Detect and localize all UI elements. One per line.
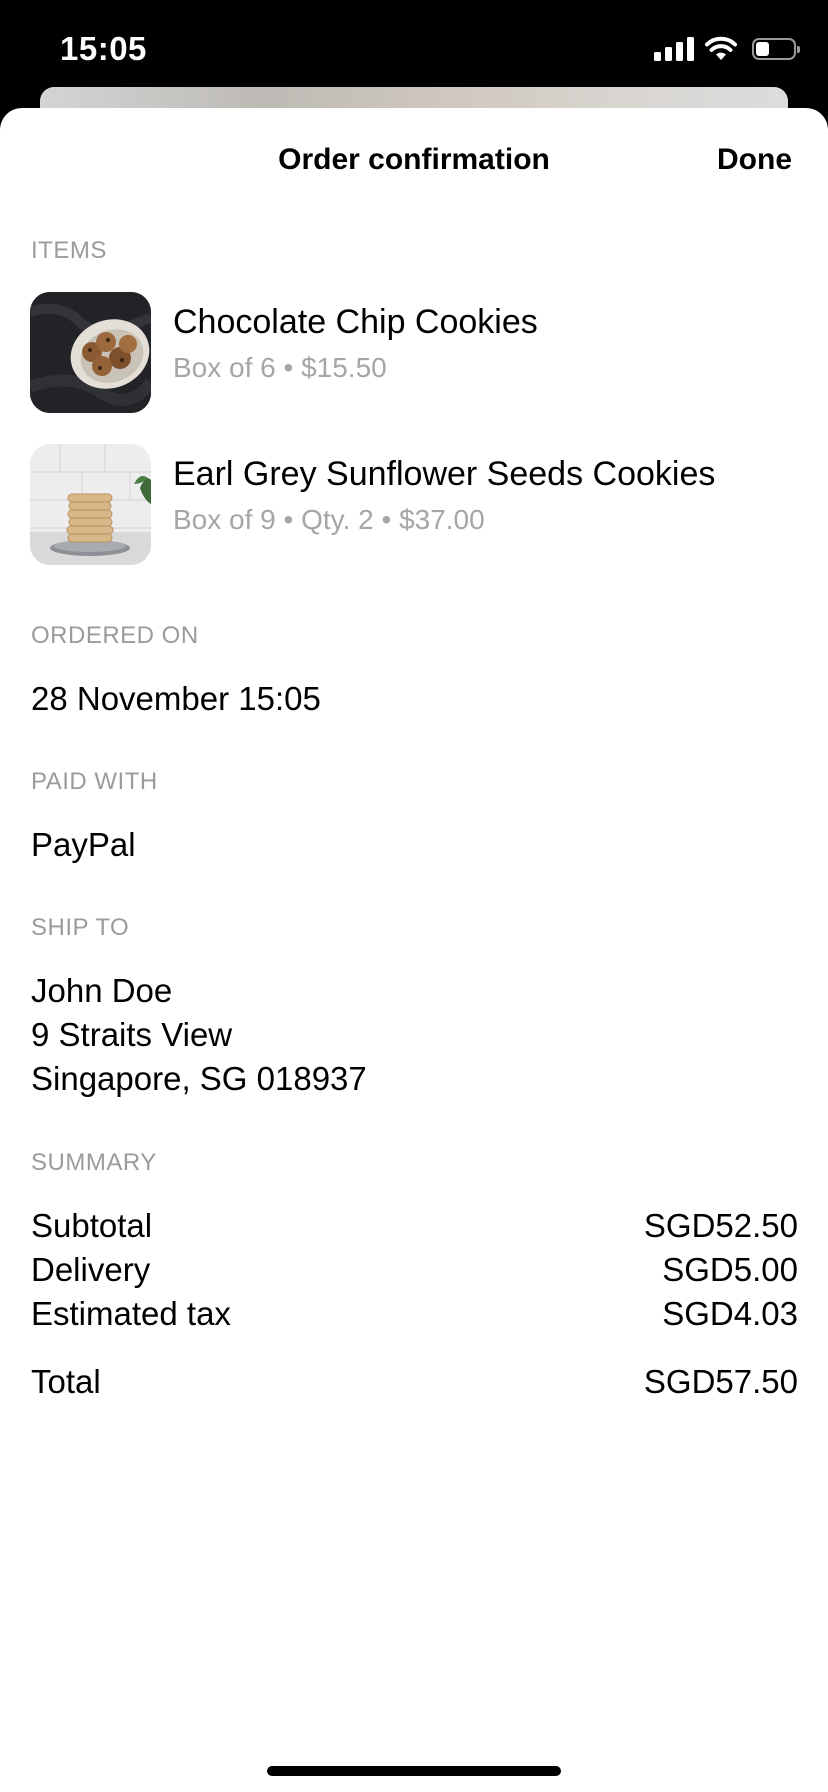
- list-item[interactable]: Earl Grey Sunflower Seeds Cookies Box of…: [30, 444, 800, 566]
- item-name: Earl Grey Sunflower Seeds Cookies: [173, 455, 716, 493]
- status-icons: [654, 34, 800, 64]
- summary-row-amount: SGD52.50: [643, 1207, 798, 1244]
- battery-level: [756, 42, 769, 56]
- total-amount: SGD57.50: [643, 1363, 798, 1400]
- status-time: 15:05: [60, 30, 147, 67]
- item-name: Chocolate Chip Cookies: [173, 303, 538, 341]
- earl-grey-cookies-thumbnail: [30, 444, 151, 565]
- summary-row-label: Subtotal: [31, 1207, 153, 1244]
- page-title: Order confirmation: [278, 143, 550, 176]
- ship-to-city: Singapore, SG 018937: [31, 1060, 367, 1097]
- summary-row-amount: SGD5.00: [662, 1251, 798, 1288]
- item-meta: Box of 9 • Qty. 2 • $37.00: [173, 504, 485, 535]
- summary-row-delivery: Delivery SGD5.00: [31, 1248, 798, 1292]
- summary-row-total: Total SGD57.50: [31, 1360, 798, 1404]
- wifi-icon: [705, 36, 737, 60]
- total-label: Total: [31, 1363, 101, 1400]
- done-button[interactable]: Done: [717, 143, 792, 177]
- home-indicator[interactable]: [267, 1766, 561, 1776]
- payment-method-value: PayPal: [31, 826, 136, 863]
- status-bar: 15:05: [0, 0, 828, 100]
- section-label-items: ITEMS: [31, 237, 107, 264]
- ship-to-street: 9 Straits View: [31, 1016, 233, 1053]
- section-label-summary: SUMMARY: [31, 1149, 157, 1176]
- section-label-ordered-on: ORDERED ON: [31, 622, 199, 649]
- section-label-ship-to: SHIP TO: [31, 914, 130, 941]
- chocolate-chip-cookies-thumbnail: [30, 292, 151, 413]
- summary-row-subtotal: Subtotal SGD52.50: [31, 1204, 798, 1248]
- summary-row-amount: SGD4.03: [662, 1295, 798, 1332]
- order-confirmation-sheet: Order confirmation Done ITEMS Chocolate …: [0, 108, 828, 1792]
- summary-row-label: Estimated tax: [31, 1295, 231, 1332]
- section-label-paid-with: PAID WITH: [31, 768, 158, 795]
- ordered-on-value: 28 November 15:05: [31, 680, 321, 717]
- item-meta: Box of 6 • $15.50: [173, 352, 387, 383]
- battery-icon: [752, 38, 800, 60]
- cellular-signal-icon: [654, 37, 694, 61]
- summary-row-label: Delivery: [31, 1251, 151, 1288]
- list-item[interactable]: Chocolate Chip Cookies Box of 6 • $15.50: [30, 292, 800, 414]
- summary-row-estimated-tax: Estimated tax SGD4.03: [31, 1292, 798, 1336]
- ship-to-name: John Doe: [31, 972, 173, 1009]
